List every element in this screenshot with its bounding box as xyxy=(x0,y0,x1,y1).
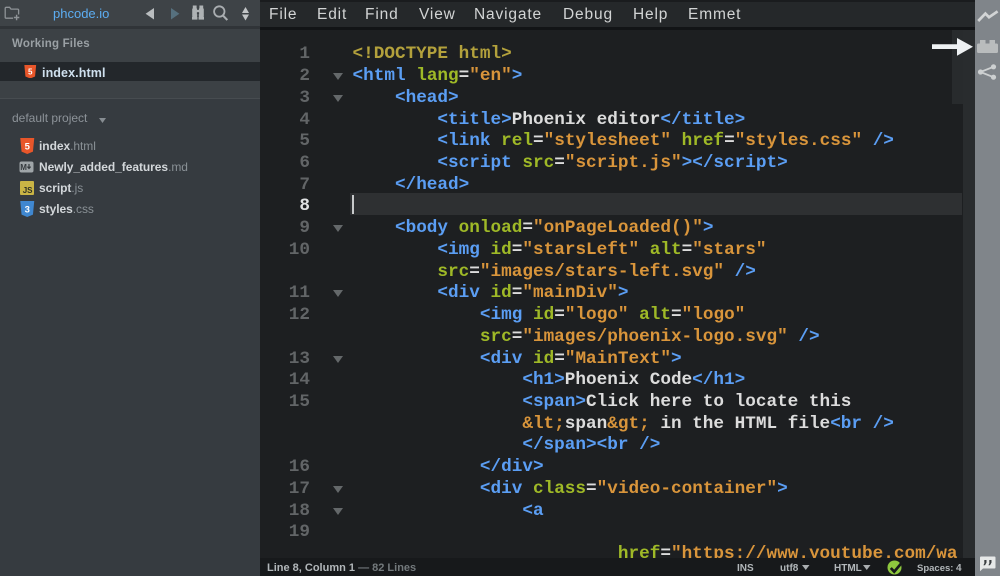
svg-text:3: 3 xyxy=(25,204,30,215)
svg-text:M: M xyxy=(20,163,27,172)
svg-text:5: 5 xyxy=(28,67,33,76)
svg-text:5: 5 xyxy=(25,141,31,152)
svg-text:JS: JS xyxy=(23,186,33,195)
